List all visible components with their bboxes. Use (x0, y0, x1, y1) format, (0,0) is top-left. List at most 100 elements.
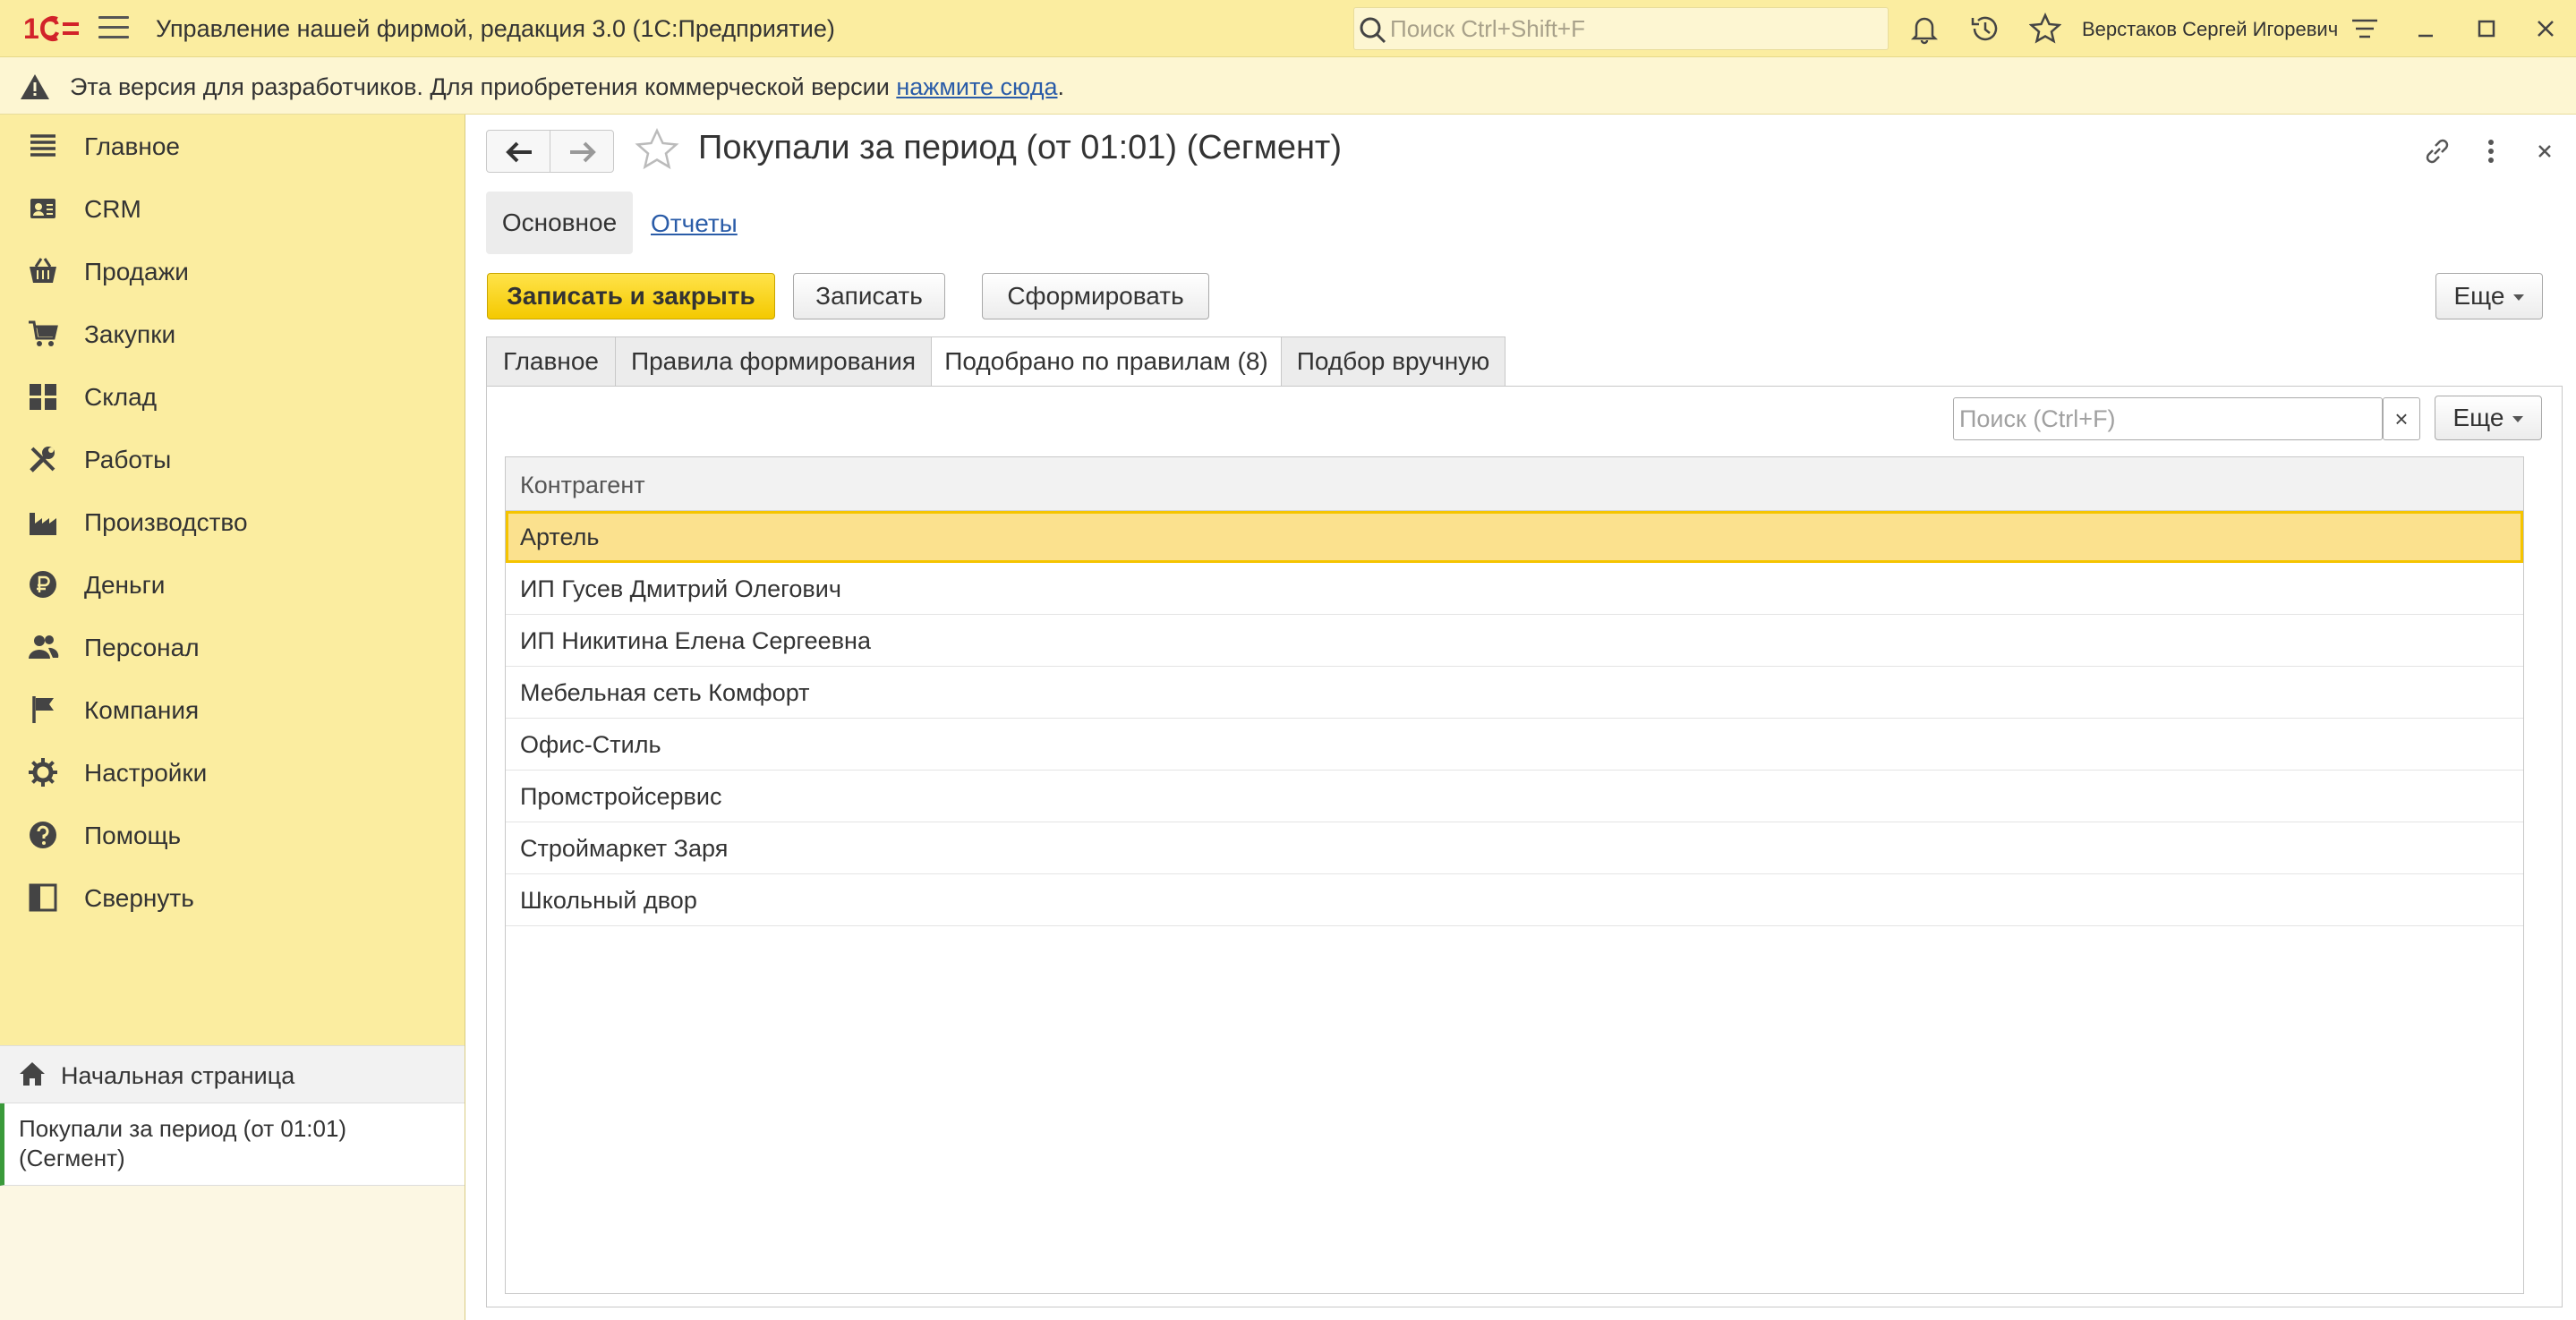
save-and-close-button[interactable]: Записать и закрыть (487, 273, 775, 319)
list-icon (30, 134, 55, 157)
people-icon (29, 635, 59, 659)
more-vertical-icon[interactable] (2474, 134, 2508, 168)
cell-counterparty: ИП Никитина Елена Сергеевна (520, 627, 871, 654)
sidebar-item-label: Закупки (84, 320, 176, 348)
sidebar-item-label: Помощь (84, 822, 182, 849)
table-row[interactable]: Школьный двор (506, 874, 2523, 926)
warehouse-icon (30, 384, 56, 410)
cell-counterparty: Офис-Стиль (520, 731, 661, 758)
banner-suffix: . (1057, 73, 1064, 100)
section-tab-reports[interactable]: Отчеты (651, 209, 738, 238)
forward-button[interactable] (550, 130, 614, 173)
form-area: Покупали за период (от 01:01) (Сегмент) … (466, 115, 2576, 1320)
table-row[interactable]: ИП Никитина Елена Сергеевна (506, 615, 2523, 667)
save-button[interactable]: Записать (793, 273, 945, 319)
close-window-icon[interactable] (2529, 13, 2562, 45)
dropdown-arrow-icon (2513, 294, 2525, 302)
sidebar-item-label: Главное (84, 132, 180, 160)
ruble-icon (30, 571, 56, 598)
help-icon (30, 822, 56, 848)
tab-main[interactable]: Главное (486, 336, 616, 387)
sidebar-item-staff[interactable]: Персонал (0, 616, 464, 678)
back-button[interactable] (486, 130, 550, 173)
table-row[interactable]: Мебельная сеть Комфорт (506, 667, 2523, 719)
global-search[interactable] (1353, 7, 1889, 50)
sidebar-item-settings[interactable]: Настройки (0, 741, 464, 804)
app-title: Управление нашей фирмой, редакция 3.0 (1… (156, 15, 835, 42)
bell-icon[interactable] (1908, 13, 1941, 45)
sidebar-item-purchases[interactable]: Закупки (0, 302, 464, 365)
section-tab-main[interactable]: Основное (486, 192, 633, 254)
sidebar-item-help[interactable]: Помощь (0, 804, 464, 866)
global-search-input[interactable] (1390, 12, 1882, 46)
cell-counterparty: Артель (520, 524, 600, 550)
list-search-input[interactable] (1959, 402, 2371, 436)
counterparty-table[interactable]: Контрагент Артель ИП Гусев Дмитрий Олего… (505, 456, 2524, 1294)
cell-counterparty: ИП Гусев Дмитрий Олегович (520, 575, 841, 602)
banner-text: Эта версия для разработчиков. Для приобр… (70, 73, 897, 100)
home-page-label: Начальная страница (61, 1062, 295, 1089)
tab-manual-selection[interactable]: Подбор вручную (1281, 336, 1506, 387)
title-bar: 1С Управление нашей фирмой, редакция 3.0… (0, 0, 2576, 57)
cell-counterparty: Строймаркет Заря (520, 835, 729, 862)
sidebar-item-crm[interactable]: CRM (0, 177, 464, 240)
gear-icon (29, 758, 57, 787)
tab-rules[interactable]: Правила формирования (615, 336, 932, 387)
close-form-icon[interactable] (2528, 134, 2562, 168)
sidebar-item-sales[interactable]: Продажи (0, 240, 464, 302)
table-header[interactable]: Контрагент (506, 457, 2523, 511)
buy-link[interactable]: нажмите сюда (896, 73, 1057, 100)
sidebar-item-main[interactable]: Главное (0, 115, 464, 177)
banner-message: Эта версия для разработчиков. Для приобр… (70, 73, 1064, 101)
table-row[interactable]: Промстройсервис (506, 771, 2523, 822)
arrow-left-icon (506, 141, 532, 163)
main-menu-icon[interactable] (98, 16, 129, 41)
list-more-label: Еще (2452, 404, 2504, 431)
list-more-button[interactable]: Еще (2435, 396, 2542, 440)
sidebar-item-company[interactable]: Компания (0, 678, 464, 741)
home-page-item[interactable]: Начальная страница (0, 1046, 465, 1103)
table-row[interactable]: Офис-Стиль (506, 719, 2523, 771)
sidebar-item-works[interactable]: Работы (0, 428, 464, 490)
sidebar-item-label: Компания (84, 696, 200, 724)
generate-button[interactable]: Сформировать (982, 273, 1209, 319)
tab-content-panel: × Еще Контрагент Артель ИП Гусев Дмитрий… (486, 386, 2563, 1307)
cell-counterparty: Школьный двор (520, 887, 697, 914)
table-row[interactable]: Артель (506, 511, 2523, 563)
maximize-icon[interactable] (2470, 13, 2503, 45)
sidebar-item-money[interactable]: Деньги (0, 553, 464, 616)
table-row[interactable]: ИП Гусев Дмитрий Олегович (506, 563, 2523, 615)
favorites-star-icon[interactable] (2029, 13, 2061, 45)
favorite-star-icon[interactable] (634, 127, 680, 174)
contacts-icon (30, 199, 55, 218)
sidebar-item-label: Настройки (84, 759, 208, 787)
sidebar-item-warehouse[interactable]: Склад (0, 365, 464, 428)
user-name[interactable]: Верстаков Сергей Игоревич (2082, 18, 2338, 41)
more-button[interactable]: Еще (2435, 273, 2543, 319)
table-row[interactable]: Строймаркет Заря (506, 822, 2523, 874)
sidebar-item-label: Работы (84, 446, 172, 473)
tab-matched-by-rules[interactable]: Подобрано по правилам (8) (931, 336, 1282, 388)
home-icon (20, 1062, 45, 1086)
1c-logo-icon: 1С (23, 13, 79, 45)
search-icon (1360, 17, 1386, 44)
sidebar: Главное CRM Продажи Закупки Склад Работы… (0, 115, 465, 1320)
sidebar-item-collapse[interactable]: Свернуть (0, 866, 464, 929)
collapse-icon (29, 883, 57, 912)
open-document-item[interactable]: Покупали за период (от 01:01) (Сегмент) (0, 1103, 465, 1186)
factory-icon (30, 513, 56, 535)
sidebar-item-label: Персонал (84, 634, 200, 661)
list-search[interactable] (1953, 397, 2383, 440)
clear-search-button[interactable]: × (2383, 397, 2420, 440)
link-icon[interactable] (2420, 134, 2454, 168)
sidebar-item-production[interactable]: Производство (0, 490, 464, 553)
column-counterparty: Контрагент (520, 472, 645, 498)
sidebar-item-label: Продажи (84, 258, 189, 285)
minimize-icon[interactable] (2410, 13, 2442, 45)
dropdown-arrow-icon (2512, 416, 2524, 423)
settings-menu-icon[interactable] (2349, 13, 2381, 45)
arrow-right-icon (570, 141, 596, 163)
developer-banner: Эта версия для разработчиков. Для приобр… (0, 57, 2576, 115)
history-icon[interactable] (1969, 13, 2001, 45)
sidebar-item-label: CRM (84, 195, 141, 223)
